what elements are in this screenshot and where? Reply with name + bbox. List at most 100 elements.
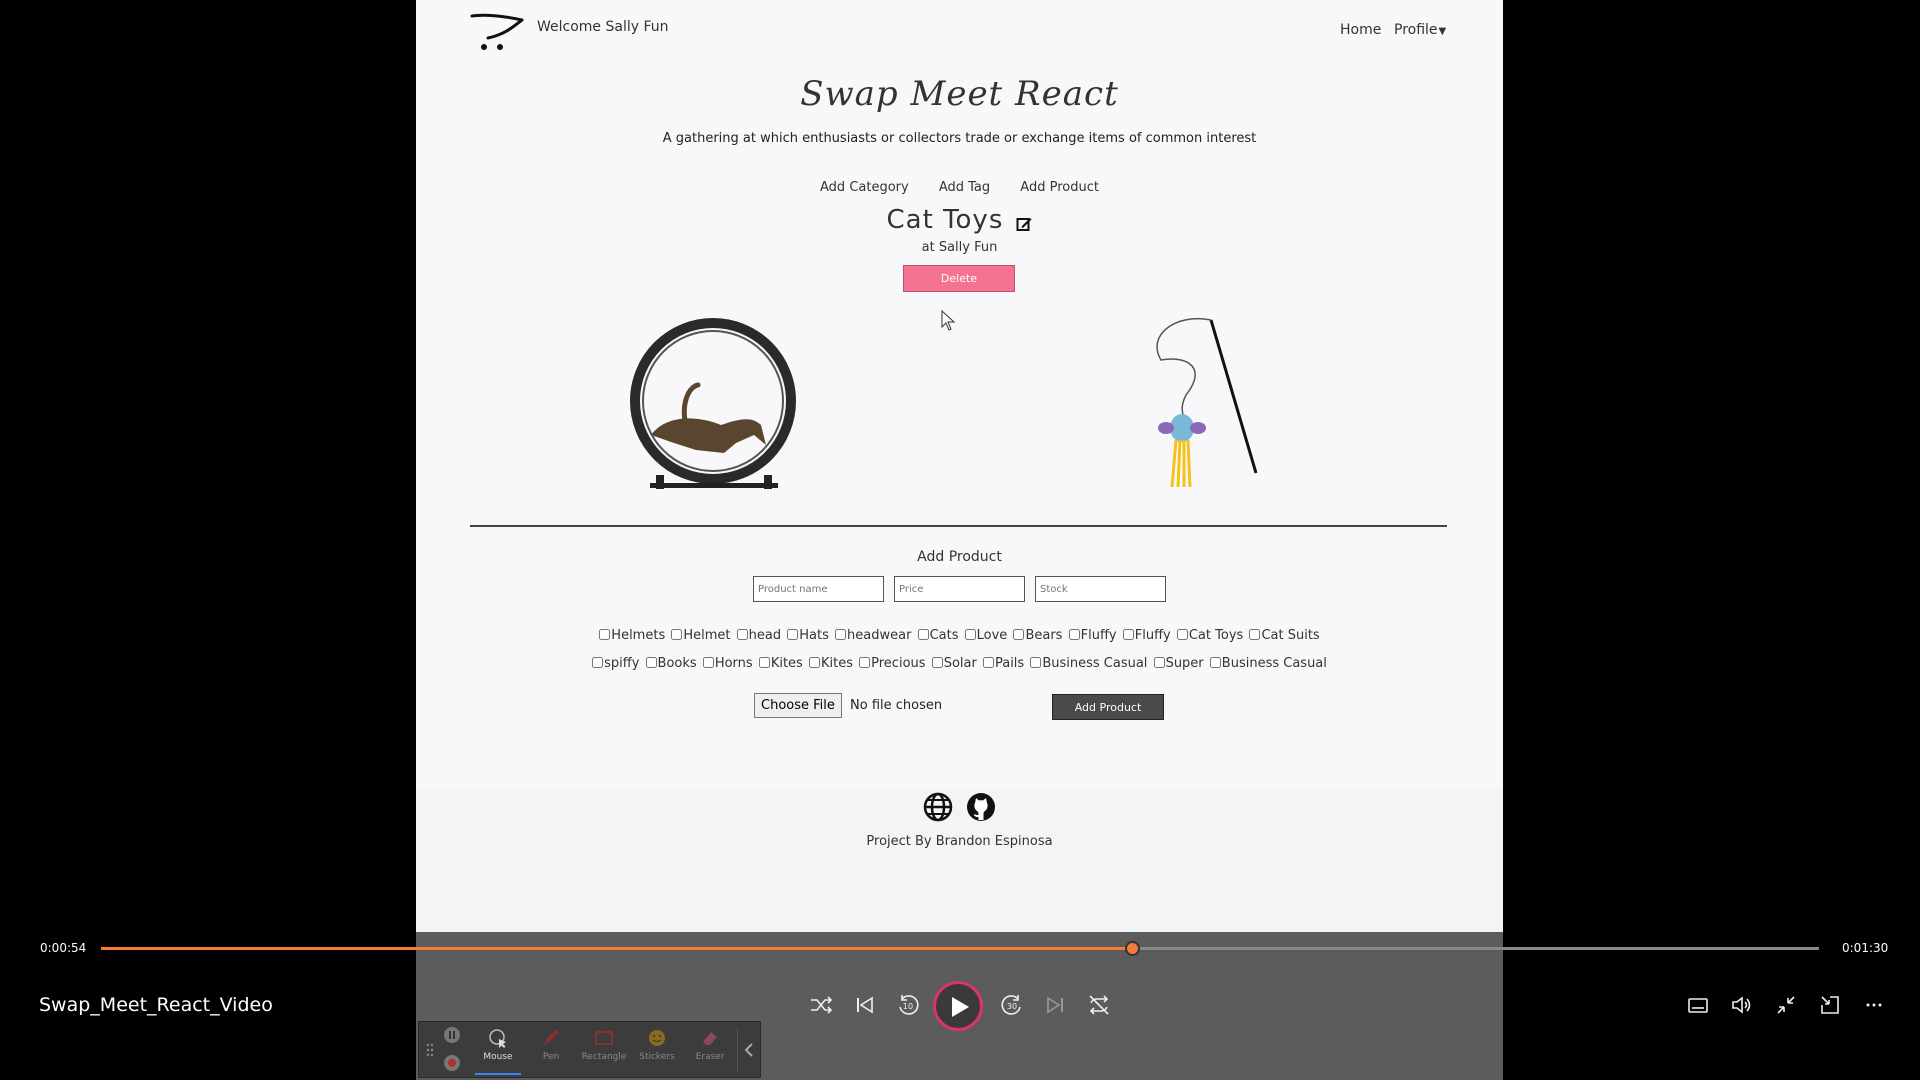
checkbox[interactable] (1030, 657, 1042, 668)
svg-text:30: 30 (1007, 1002, 1017, 1011)
tool-stickers[interactable]: Stickers (634, 1027, 680, 1075)
checkbox[interactable] (736, 629, 748, 640)
tool-rectangle[interactable]: Rectangle (581, 1027, 627, 1075)
tag-checkbox[interactable]: Business Casual (1209, 656, 1327, 671)
web-page: Welcome Sally Fun Home Profile▼ Swap Mee… (416, 0, 1503, 932)
checkbox[interactable] (859, 657, 871, 668)
checkbox[interactable] (917, 629, 929, 640)
tag-checkbox[interactable]: Fluffy (1068, 628, 1117, 643)
tag-checkbox[interactable]: Helmet (671, 628, 731, 643)
checkbox[interactable] (645, 657, 657, 668)
stop-recording-icon[interactable] (443, 1054, 461, 1072)
tool-mouse[interactable]: Mouse (475, 1027, 521, 1075)
nav-profile-dropdown[interactable]: Profile▼ (1394, 22, 1446, 38)
globe-icon[interactable] (923, 792, 953, 822)
checkbox[interactable] (1153, 657, 1165, 668)
video-title: Swap_Meet_React_Video (39, 994, 273, 1016)
tag-checkbox[interactable]: Horns (702, 656, 753, 671)
add-product-button[interactable]: Add Product (1052, 694, 1164, 720)
drag-handle-icon[interactable] (426, 1042, 434, 1058)
checkbox[interactable] (982, 657, 994, 668)
tag-checkbox[interactable]: Super (1153, 656, 1204, 671)
tag-checkbox[interactable]: Kites (808, 656, 853, 671)
tool-pen[interactable]: Pen (528, 1027, 574, 1075)
repeat-off-icon[interactable] (1085, 991, 1113, 1019)
checkbox[interactable] (758, 657, 770, 668)
tag-checkbox[interactable]: Helmets (599, 628, 665, 643)
tag-checkbox[interactable]: Precious (859, 656, 926, 671)
tool-eraser[interactable]: Eraser (687, 1027, 733, 1075)
tag-checkbox[interactable]: Kites (758, 656, 803, 671)
checkbox[interactable] (592, 657, 604, 668)
checkbox[interactable] (1013, 629, 1025, 640)
volume-icon[interactable] (1728, 991, 1756, 1019)
checkbox[interactable] (1068, 629, 1080, 640)
tag-label: Pails (994, 656, 1025, 671)
checkbox[interactable] (808, 657, 820, 668)
tag-checkbox[interactable]: Fluffy (1122, 628, 1171, 643)
checkbox[interactable] (702, 657, 714, 668)
tag-label: Cat Suits (1261, 628, 1320, 643)
forward-30-icon[interactable]: 30 (998, 991, 1026, 1019)
seek-bar-thumb[interactable] (1124, 941, 1140, 956)
tag-checkbox[interactable]: Cat Suits (1249, 628, 1320, 643)
checkbox[interactable] (1249, 629, 1261, 640)
checkbox[interactable] (787, 629, 799, 640)
tag-checkbox[interactable]: Books (645, 656, 697, 671)
tag-label: Helmet (683, 628, 731, 643)
nav-profile-label: Profile (1394, 22, 1438, 38)
mouse-cursor-icon (941, 310, 956, 331)
add-product-link[interactable]: Add Product (1020, 180, 1099, 195)
more-icon[interactable] (1860, 991, 1888, 1019)
collapse-chevron-icon[interactable] (743, 1042, 755, 1058)
github-icon[interactable] (966, 792, 996, 822)
rewind-10-icon[interactable]: 10 (894, 991, 922, 1019)
price-input[interactable] (894, 576, 1025, 602)
play-button[interactable] (933, 981, 983, 1031)
delete-category-button[interactable]: Delete (903, 265, 1015, 292)
captions-icon[interactable] (1684, 991, 1712, 1019)
checkbox[interactable] (1209, 657, 1221, 668)
tool-label: Eraser (695, 1052, 725, 1062)
tag-checkbox[interactable]: Bears (1013, 628, 1062, 643)
checkbox[interactable] (599, 629, 611, 640)
add-tag-link[interactable]: Add Tag (939, 180, 990, 195)
seek-bar[interactable] (101, 941, 1819, 956)
annotation-toolbar: Mouse Pen Rectangle Stickers Eraser (418, 1021, 761, 1078)
checkbox[interactable] (964, 629, 976, 640)
tag-checkbox[interactable]: Cats (917, 628, 959, 643)
category-title: Cat Toys (886, 205, 1004, 235)
checkbox[interactable] (1122, 629, 1134, 640)
tag-checkbox[interactable]: Cat Toys (1176, 628, 1243, 643)
minimize-icon[interactable] (1772, 991, 1800, 1019)
tag-checkbox[interactable]: head (736, 628, 781, 643)
eraser-icon (703, 1032, 717, 1045)
add-category-link[interactable]: Add Category (820, 180, 909, 195)
tag-checkbox[interactable]: Business Casual (1030, 656, 1147, 671)
cart-logo-icon[interactable] (470, 12, 526, 52)
product-name-input[interactable] (753, 576, 884, 602)
tag-checkbox[interactable]: Hats (787, 628, 829, 643)
tag-checkbox[interactable]: Pails (982, 656, 1025, 671)
cat-wheel-image[interactable] (626, 315, 801, 495)
checkbox[interactable] (931, 657, 943, 668)
tag-checkbox[interactable]: Love (964, 628, 1007, 643)
choose-file-button[interactable]: Choose File (754, 693, 842, 718)
tag-checkbox[interactable]: Solar (931, 656, 977, 671)
next-icon[interactable] (1041, 991, 1069, 1019)
nav-home-link[interactable]: Home (1340, 22, 1381, 38)
checkbox[interactable] (835, 629, 847, 640)
checkbox[interactable] (671, 629, 683, 640)
edit-icon[interactable] (1016, 216, 1032, 232)
pause-recording-icon[interactable] (443, 1026, 461, 1044)
screen: Welcome Sally Fun Home Profile▼ Swap Mee… (0, 0, 1920, 1080)
shuffle-icon[interactable] (807, 991, 835, 1019)
checkbox[interactable] (1176, 629, 1188, 640)
miniplayer-icon[interactable] (1816, 991, 1844, 1019)
tag-checkbox[interactable]: spiffy (592, 656, 639, 671)
previous-icon[interactable] (851, 991, 879, 1019)
tag-checkbox[interactable]: headwear (835, 628, 911, 643)
tool-label: Pen (542, 1052, 560, 1062)
cat-wand-toy-image[interactable] (1136, 315, 1261, 495)
stock-input[interactable] (1035, 576, 1166, 602)
